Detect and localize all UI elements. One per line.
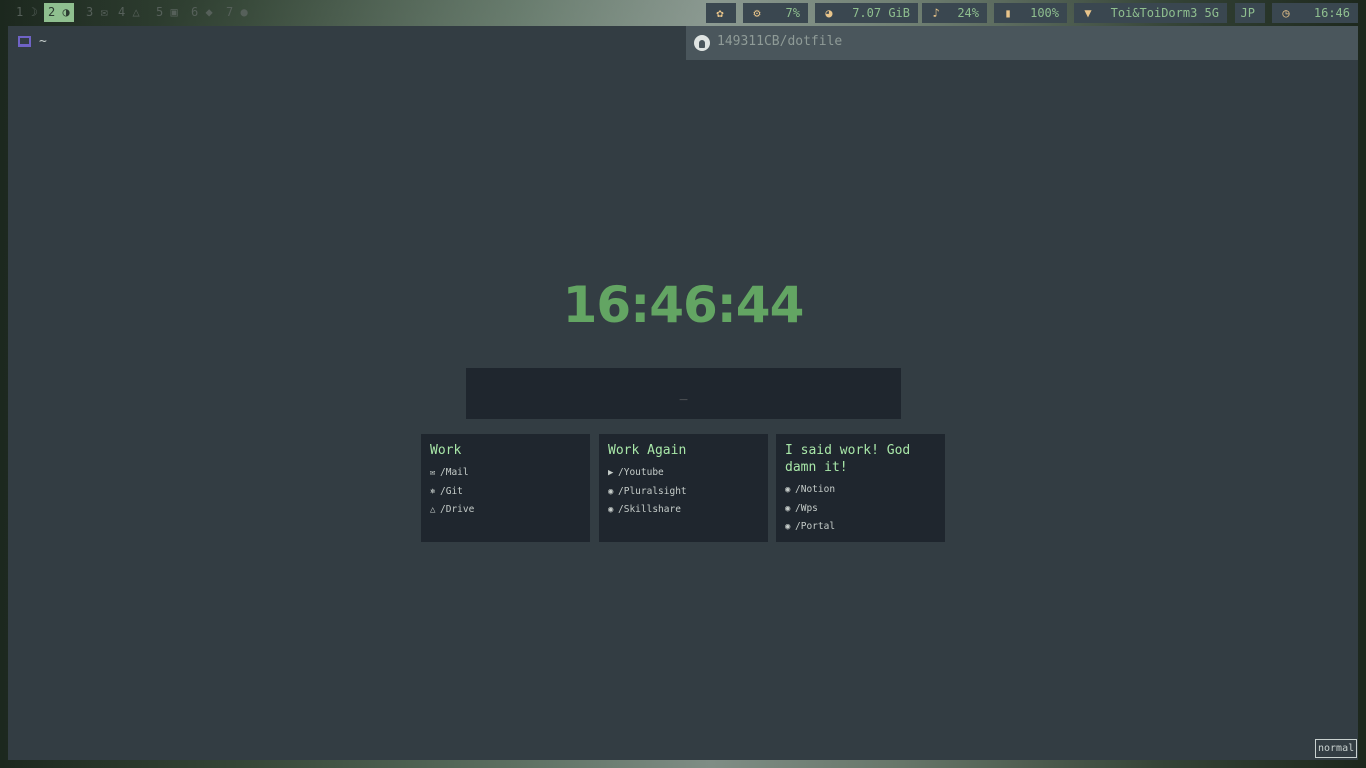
bookmark-card-said-work: I said work! God damn it! ◉/Notion ◉/Wps… [776, 434, 945, 542]
mail-icon: ✉ [430, 468, 436, 478]
workspace-4[interactable]: 4 △ [114, 3, 144, 22]
theme-module[interactable]: ✿ [706, 3, 736, 23]
battery-icon: ▮ [1004, 6, 1012, 20]
card-title: Work [430, 443, 462, 458]
workspace-2-icon: ◑ [62, 5, 70, 19]
link-skillshare[interactable]: ◉/Skillshare [608, 501, 759, 520]
cpu-usage: 7% [785, 6, 800, 20]
workspace-4-icon: △ [132, 5, 140, 19]
workspace-6-icon: ◆ [205, 5, 213, 19]
globe-icon: ◉ [608, 486, 614, 497]
status-bar: 1 ☽ 2 ◑ 3 ✉ 4 △ 5 ▣ 6 ◆ 7 ● ✿ ⚙ 7% ◕ 7.0… [0, 0, 1366, 26]
globe-icon: ◉ [785, 485, 791, 495]
browser-window: ~ 149311CB/dotfile 16:46:44 Work ✉/Mail … [8, 26, 1358, 760]
github-icon [694, 35, 710, 51]
bar-time: 16:46 [1313, 6, 1350, 20]
workspace-1-icon: ☽ [30, 5, 38, 19]
volume-icon: ♪ [932, 6, 940, 20]
globe-icon: ◉ [785, 503, 791, 514]
card-title: Work Again [608, 443, 687, 458]
youtube-icon: ▶ [608, 468, 614, 478]
workspace-6[interactable]: 6 ◆ [187, 3, 217, 22]
clock-icon: ◷ [1282, 6, 1290, 20]
globe-icon: ◉ [785, 522, 791, 532]
startpage-clock: 16:46:44 [562, 276, 805, 334]
drive-icon: △ [430, 505, 436, 515]
terminal-path: ~ [39, 34, 47, 49]
terminal-icon [18, 36, 31, 47]
link-notion[interactable]: ◉/Notion [785, 481, 936, 500]
workspace-1[interactable]: 1 ☽ [12, 3, 42, 22]
wifi-icon: ▼ [1084, 6, 1092, 20]
github-repo-link[interactable]: 149311CB/dotfile [717, 34, 842, 49]
workspace-5[interactable]: 5 ▣ [152, 3, 182, 22]
keyboard-layout: JP [1240, 6, 1255, 20]
workspace-7[interactable]: 7 ● [222, 3, 252, 22]
workspace-2[interactable]: 2 ◑ [44, 3, 74, 22]
memory-module[interactable]: ◕ 7.07 GiB [815, 3, 918, 23]
card-title: I said work! God damn it! [785, 443, 911, 475]
search-box[interactable] [466, 368, 901, 419]
git-icon: ⎈ [430, 486, 436, 497]
mode-indicator: normal [1315, 739, 1358, 758]
wifi-ssid: Toi&ToiDorm3 5G [1110, 6, 1219, 20]
bookmark-card-work: Work ✉/Mail ⎈/Git △/Drive [421, 434, 590, 542]
volume-module[interactable]: ♪ 24% [922, 3, 987, 23]
palette-icon: ✿ [716, 6, 724, 20]
link-drive[interactable]: △/Drive [430, 501, 581, 520]
search-input[interactable] [466, 368, 901, 419]
link-wps[interactable]: ◉/Wps [785, 500, 936, 519]
link-portal[interactable]: ◉/Portal [785, 518, 936, 537]
link-youtube[interactable]: ▶/Youtube [608, 464, 759, 483]
workspace-3[interactable]: 3 ✉ [82, 3, 112, 22]
workspace-7-icon: ● [240, 5, 248, 19]
memory-usage: 7.07 GiB [852, 6, 910, 20]
battery-level: 100% [1030, 6, 1059, 20]
battery-module[interactable]: ▮ 100% [994, 3, 1067, 23]
volume-level: 24% [957, 6, 979, 20]
cpu-icon: ⚙ [753, 6, 761, 20]
cpu-module[interactable]: ⚙ 7% [743, 3, 808, 23]
keyboard-layout-module[interactable]: JP [1235, 3, 1265, 23]
clock-module[interactable]: ◷ 16:46 [1272, 3, 1358, 23]
bookmark-card-work-again: Work Again ▶/Youtube ◉/Pluralsight ◉/Ski… [599, 434, 768, 542]
link-git[interactable]: ⎈/Git [430, 483, 581, 502]
workspace-3-icon: ✉ [100, 5, 108, 19]
github-link-bar[interactable]: 149311CB/dotfile [686, 26, 1358, 60]
link-pluralsight[interactable]: ◉/Pluralsight [608, 483, 759, 502]
link-mail[interactable]: ✉/Mail [430, 464, 581, 483]
globe-icon: ◉ [608, 505, 614, 515]
workspace-5-icon: ▣ [170, 5, 178, 19]
memory-pie-icon: ◕ [825, 6, 833, 20]
wifi-module[interactable]: ▼ Toi&ToiDorm3 5G [1074, 3, 1227, 23]
